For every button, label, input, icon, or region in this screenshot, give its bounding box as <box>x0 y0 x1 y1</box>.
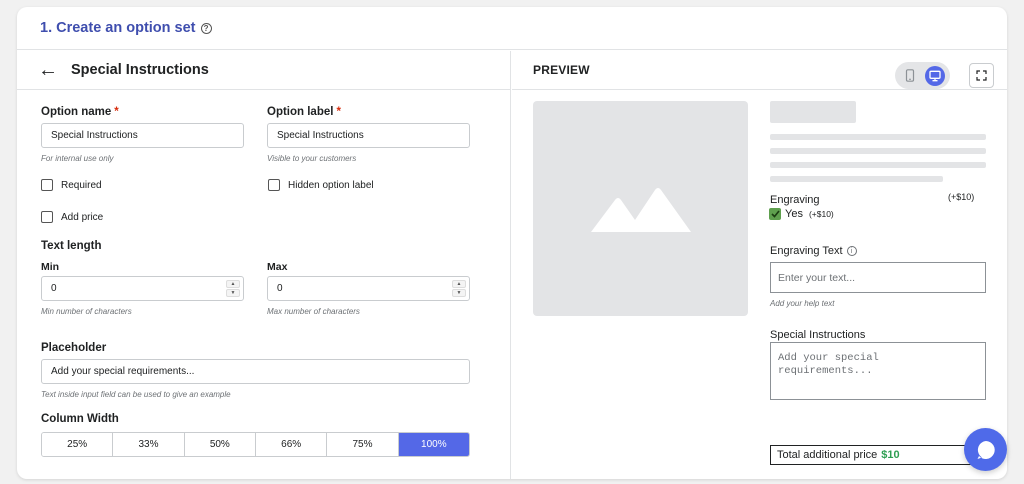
back-arrow-icon[interactable]: ← <box>38 60 58 80</box>
total-label: Total additional price <box>777 449 878 461</box>
preview-panel: PREVIEW Engraving (+$10) Yes (+$10) Engr… <box>512 51 1007 479</box>
hidden-label-checkbox[interactable]: Hidden option label <box>268 179 374 191</box>
required-label: Required <box>61 179 102 191</box>
total-price-box: Total additional price $10 <box>770 445 986 465</box>
option-label-label: Option label * <box>267 106 341 118</box>
text-length-title: Text length <box>41 240 102 252</box>
min-input[interactable]: 0 ▲ ▼ <box>41 276 244 301</box>
min-hint: Min number of characters <box>41 307 132 316</box>
checkmark-icon[interactable] <box>769 208 781 220</box>
preview-title: PREVIEW <box>533 63 590 77</box>
card-header: 1. Create an option set ? <box>17 7 1007 50</box>
desktop-icon <box>929 70 941 81</box>
width-option-66[interactable]: 66% <box>255 433 328 456</box>
option-name-label: Option name * <box>41 106 119 118</box>
max-stepper[interactable]: ▲ ▼ <box>452 280 466 297</box>
mobile-view-button[interactable] <box>900 66 920 86</box>
option-set-card: 1. Create an option set ? ← Special Inst… <box>17 7 1007 479</box>
width-option-100[interactable]: 100% <box>398 433 469 456</box>
text-skeleton-line <box>770 162 986 168</box>
width-option-50[interactable]: 50% <box>184 433 256 456</box>
info-icon[interactable]: i <box>846 246 857 256</box>
column-width-selector: 25% 33% 50% 66% 75% 100% <box>41 432 470 457</box>
step-title: 1. Create an option set <box>40 20 196 36</box>
max-value: 0 <box>277 283 283 294</box>
engraving-text-input[interactable]: Enter your text... <box>770 262 986 293</box>
min-value: 0 <box>51 283 57 294</box>
product-image-placeholder <box>533 101 748 316</box>
step-up-icon[interactable]: ▲ <box>452 280 466 288</box>
step-up-icon[interactable]: ▲ <box>226 280 240 288</box>
max-label: Max <box>267 261 288 273</box>
checkbox-box[interactable] <box>41 179 53 191</box>
option-label-input[interactable]: Special Instructions <box>267 123 470 148</box>
option-name-input[interactable]: Special Instructions <box>41 123 244 148</box>
step-down-icon[interactable]: ▼ <box>452 289 466 297</box>
width-option-33[interactable]: 33% <box>113 433 185 456</box>
max-input[interactable]: 0 ▲ ▼ <box>267 276 470 301</box>
required-mark: * <box>114 106 119 118</box>
checkbox-box[interactable] <box>41 211 53 223</box>
engraving-price: (+$10) <box>948 192 975 202</box>
checkbox-box[interactable] <box>268 179 280 191</box>
column-width-label: Column Width <box>41 413 119 425</box>
editor-title: Special Instructions <box>71 62 209 78</box>
engraving-help-text: Add your help text <box>770 299 835 308</box>
text-skeleton-line <box>770 148 986 154</box>
width-option-75[interactable]: 75% <box>327 433 399 456</box>
option-name-hint: For internal use only <box>41 154 114 163</box>
required-checkbox[interactable]: Required <box>41 179 102 191</box>
yes-price: (+$10) <box>808 209 834 219</box>
add-price-checkbox[interactable]: Add price <box>41 211 103 223</box>
min-stepper[interactable]: ▲ ▼ <box>226 280 240 297</box>
option-editor-panel: ← Special Instructions Option name * Spec… <box>17 51 511 479</box>
chat-button[interactable] <box>964 428 1007 471</box>
engraving-label: Engraving <box>770 194 820 206</box>
step-down-icon[interactable]: ▼ <box>226 289 240 297</box>
min-label: Min <box>41 261 60 273</box>
max-hint: Max number of characters <box>267 307 360 316</box>
option-label-hint: Visible to your customers <box>267 154 357 163</box>
text-skeleton-line <box>770 176 943 182</box>
engraving-yes-checkbox[interactable]: Yes (+$10) <box>769 208 834 220</box>
placeholder-input[interactable]: Add your special requirements... <box>41 359 470 384</box>
desktop-view-button[interactable] <box>924 65 945 86</box>
total-amount: $10 <box>881 449 900 461</box>
fullscreen-icon <box>976 70 987 81</box>
add-price-label: Add price <box>61 211 104 223</box>
hidden-label-text: Hidden option label <box>288 179 374 191</box>
required-mark: * <box>336 106 341 118</box>
fullscreen-button[interactable] <box>969 63 994 88</box>
placeholder-hint: Text inside input field can be used to g… <box>41 390 231 399</box>
option-name-label-text: Option name <box>41 106 112 118</box>
editor-header: ← Special Instructions <box>17 51 510 90</box>
chat-icon <box>977 440 995 459</box>
help-icon[interactable]: ? <box>200 23 212 34</box>
width-option-25[interactable]: 25% <box>42 433 114 456</box>
special-instructions-label: Special Instructions <box>770 329 866 341</box>
device-toggle <box>895 62 950 89</box>
mobile-icon <box>906 69 915 82</box>
engraving-text-label: Engraving Text i <box>770 245 857 257</box>
option-label-label-text: Option label <box>267 106 334 118</box>
engraving-text-label-text: Engraving Text <box>770 245 843 257</box>
special-instructions-textarea[interactable]: Add your special requirements... <box>770 342 986 400</box>
placeholder-label: Placeholder <box>41 342 107 354</box>
text-skeleton-line <box>770 134 986 140</box>
title-skeleton <box>770 101 856 123</box>
mountain-image-icon <box>590 187 691 232</box>
yes-label: Yes <box>785 208 803 220</box>
